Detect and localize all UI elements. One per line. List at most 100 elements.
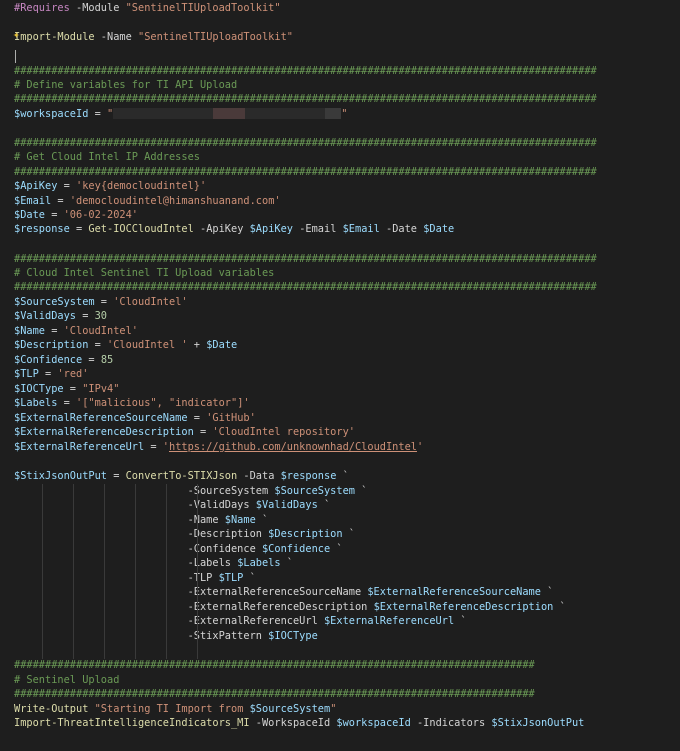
code-line[interactable]: $Description = 'CloudIntel ' + $Date: [14, 338, 237, 352]
code-token-function: Write-Output: [14, 703, 89, 715]
code-token-string: ': [416, 441, 424, 453]
code-line[interactable]: $ExternalReferenceDescription = 'CloudIn…: [14, 425, 355, 439]
code-token-text: -TLP: [14, 572, 219, 584]
code-token-function: Import-Module: [14, 31, 95, 43]
code-token-variable: $ValidDays: [255, 499, 318, 511]
code-line[interactable]: ########################################…: [14, 165, 597, 179]
code-line[interactable]: # Sentinel Upload: [14, 673, 119, 687]
code-line[interactable]: -SourceSystem $SourceSystem `: [14, 484, 368, 498]
code-line[interactable]: -Description $Description `: [14, 527, 355, 541]
code-token-string: "IPv4": [82, 383, 120, 395]
code-token-text: =: [193, 426, 213, 438]
code-token-comment: ########################################…: [14, 93, 597, 105]
code-line[interactable]: Write-Output "Starting TI Import from $S…: [14, 702, 336, 716]
code-token-text: -Data: [237, 470, 281, 482]
code-line[interactable]: -ValidDays $ValidDays `: [14, 498, 331, 512]
indent-guide: [42, 484, 43, 659]
code-token-variable: $Date: [14, 209, 45, 221]
code-line[interactable]: $Date = '06-02-2024': [14, 208, 138, 222]
code-token-comment: ########################################…: [14, 281, 597, 293]
code-token-number: 30: [94, 310, 108, 322]
code-line[interactable]: $response = Get-IOCCloudIntel -ApiKey $A…: [14, 222, 454, 236]
code-line[interactable]: $ExternalReferenceUrl = 'https://github.…: [14, 440, 423, 454]
code-line[interactable]: ########################################…: [14, 92, 597, 106]
code-token-string: 'CloudIntel repository': [212, 426, 355, 438]
code-line[interactable]: $IOCType = "IPv4": [14, 382, 119, 396]
code-line[interactable]: $workspaceId = " ": [14, 107, 347, 121]
code-token-text: -Indicators: [410, 717, 492, 729]
code-line[interactable]: ✦ Import-Module -Name "SentinelTIUploadTo…: [13, 28, 293, 44]
code-editor[interactable]: #Requires -Module "SentinelTIUploadToolk…: [0, 0, 680, 751]
code-token-text: -WorkspaceId: [249, 717, 337, 729]
code-line[interactable]: -Name $Name `: [14, 513, 269, 527]
lightbulb-icon[interactable]: ✦: [13, 28, 20, 42]
code-token-text: -Name: [94, 31, 138, 43]
code-token-text: =: [94, 296, 114, 308]
code-token-string: 'key{democloudintel}': [76, 180, 207, 192]
redacted-value: [113, 108, 342, 120]
code-line[interactable]: ########################################…: [14, 136, 597, 150]
code-token-variable: $Description: [14, 339, 89, 351]
code-line[interactable]: $StixJsonOutPut = ConvertTo-STIXJson -Da…: [14, 469, 349, 483]
code-line[interactable]: -ExternalReferenceUrl $ExternalReference…: [14, 614, 467, 628]
code-token-variable: $IOCType: [14, 383, 64, 395]
code-line[interactable]: ########################################…: [14, 64, 597, 78]
code-line[interactable]: ########################################…: [14, 252, 597, 266]
code-token-text: `: [454, 615, 467, 627]
code-line[interactable]: $Email = 'democloudintel@himanshuanand.c…: [14, 194, 281, 208]
code-line[interactable]: ########################################…: [14, 280, 597, 294]
code-token-text: =: [38, 368, 58, 380]
code-token-variable: $ExternalReferenceDescription: [373, 601, 554, 613]
code-line[interactable]: $TLP = 'red': [14, 367, 88, 381]
code-line[interactable]: # Define variables for TI API Upload: [14, 78, 237, 92]
code-token-variable: $ApiKey: [249, 223, 293, 235]
code-token-variable: $Confidence: [261, 543, 331, 555]
code-token-text: =: [187, 412, 207, 424]
code-token-variable: $ExternalReferenceSourceName: [367, 586, 541, 598]
code-token-variable: $SourceSystem: [249, 703, 331, 715]
code-token-variable: $Date: [206, 339, 238, 351]
code-token-comment: ########################################…: [14, 137, 597, 149]
code-token-text: -Confidence: [14, 543, 262, 555]
code-token-comment: # Get Cloud Intel IP Addresses: [14, 151, 200, 163]
code-token-variable: $StixJsonOutPut: [14, 470, 107, 482]
code-token-variable: $Confidence: [14, 354, 83, 366]
code-line[interactable]: ########################################…: [14, 658, 535, 672]
code-token-string: ": [341, 108, 348, 120]
code-line[interactable]: -Labels $Labels `: [14, 556, 293, 570]
code-line[interactable]: -Confidence $Confidence `: [14, 542, 343, 556]
code-token-text: `: [317, 499, 331, 511]
code-token-text: -StixPattern: [14, 630, 269, 642]
code-line[interactable]: # Cloud Intel Sentinel TI Upload variabl…: [14, 266, 274, 280]
code-line[interactable]: # Get Cloud Intel IP Addresses: [14, 150, 200, 164]
code-token-string: '06-02-2024': [63, 209, 139, 221]
code-line[interactable]: $Name = 'CloudIntel': [14, 324, 138, 338]
code-token-variable: $ExternalReferenceUrl: [14, 441, 145, 453]
code-token-string: 'CloudIntel ': [107, 339, 188, 351]
code-token-string: ": [330, 703, 337, 715]
code-token-text: =: [88, 339, 108, 351]
code-token-text: =: [144, 441, 163, 453]
code-line[interactable]: $ApiKey = 'key{democloudintel}': [14, 179, 206, 193]
code-line[interactable]: $SourceSystem = 'CloudIntel': [14, 295, 188, 309]
code-line[interactable]: #Requires -Module "SentinelTIUploadToolk…: [14, 1, 281, 15]
code-line[interactable]: $Labels = '["malicious", "indicator"]': [14, 396, 250, 410]
code-line[interactable]: $Confidence = 85: [14, 353, 113, 367]
code-line[interactable]: ########################################…: [14, 687, 535, 701]
code-line[interactable]: -ExternalReferenceDescription $ExternalR…: [14, 600, 566, 614]
code-line[interactable]: $ValidDays = 30: [14, 309, 107, 323]
code-token-variable: $Labels: [14, 397, 58, 409]
code-token-text: =: [76, 310, 95, 322]
code-token-text: =: [45, 209, 64, 221]
code-line[interactable]: Import-ThreatIntelligenceIndicators_MI -…: [14, 716, 584, 730]
code-token-text: +: [187, 339, 207, 351]
code-line[interactable]: $ExternalReferenceSourceName = 'GitHub': [14, 411, 256, 425]
code-token-string: "SentinelTIUploadToolkit": [138, 31, 293, 43]
code-token-comment: ########################################…: [14, 659, 535, 671]
code-token-text: `: [540, 586, 554, 598]
code-token-text: `: [280, 557, 293, 569]
indent-guide: [197, 484, 198, 659]
code-token-text: =: [51, 195, 70, 207]
code-token-text: =: [45, 325, 64, 337]
code-line[interactable]: -ExternalReferenceSourceName $ExternalRe…: [14, 585, 554, 599]
